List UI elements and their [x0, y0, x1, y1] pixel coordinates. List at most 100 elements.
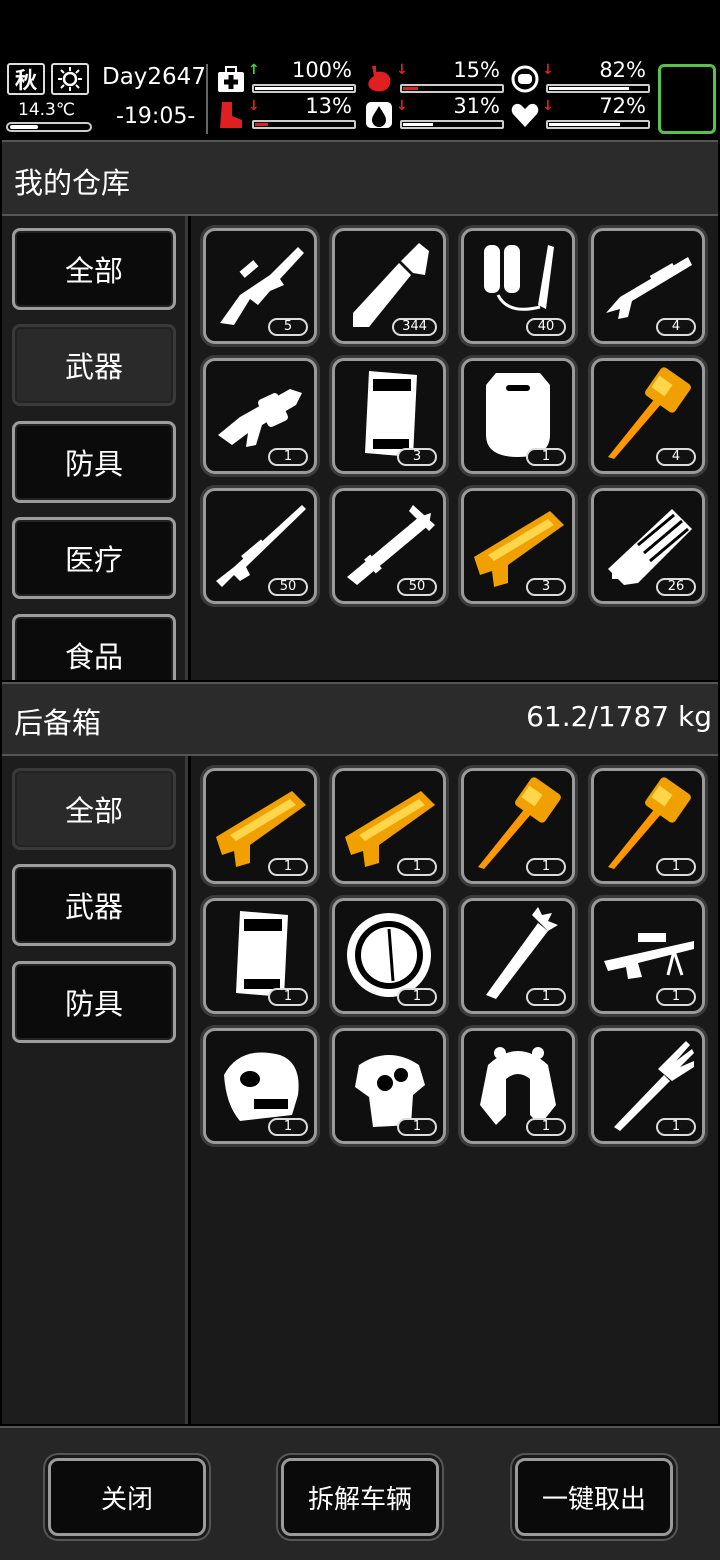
item-count-badge: 1: [526, 448, 566, 466]
trend-up-icon: ↑: [248, 62, 260, 78]
brain-icon: [510, 64, 540, 94]
trunk-item-slot[interactable]: 1: [203, 898, 317, 1014]
item-count-badge: 1: [268, 448, 308, 466]
temperature: 14.3℃: [6, 100, 92, 132]
trunk-item-slot[interactable]: 1: [591, 1028, 705, 1144]
water-drop-icon: [364, 100, 394, 130]
warehouse-item-slot[interactable]: 1: [203, 358, 317, 474]
warehouse-item-slot[interactable]: 4: [591, 358, 705, 474]
warehouse-item-slot[interactable]: 50: [332, 488, 446, 604]
temperature-value: 14.3℃: [18, 100, 75, 120]
trend-down-icon: ↓: [248, 98, 260, 114]
warehouse-item-grid: 5 344 40 4 1 3 1 4 50 50 3 26: [191, 216, 718, 680]
category-weapons[interactable]: 武器: [12, 324, 176, 406]
item-count-badge: 1: [526, 1118, 566, 1136]
stomach-icon: [364, 64, 394, 94]
stat-health-value: 100%: [291, 58, 352, 82]
stat-stamina-bar: [252, 120, 356, 129]
stat-mood: ↓ 82%: [504, 58, 652, 96]
warehouse-item-slot[interactable]: 3: [332, 358, 446, 474]
boot-icon: [216, 100, 246, 130]
trunk-item-slot[interactable]: 1: [203, 768, 317, 884]
trunk-title: 后备箱: [14, 706, 102, 740]
trunk-item-slot[interactable]: 1: [461, 898, 575, 1014]
stat-stamina: ↓ 13%: [210, 94, 358, 132]
stat-thirst: ↓ 31%: [358, 94, 506, 132]
item-count-badge: 50: [268, 578, 308, 596]
trend-down-icon: ↓: [396, 98, 408, 114]
warehouse-item-slot[interactable]: 40: [461, 228, 575, 344]
stat-spirit-value: 72%: [599, 94, 646, 118]
footer-bar: 关闭 拆解车辆 一键取出: [0, 1426, 720, 1560]
game-clock: -19:05-: [116, 104, 196, 129]
warehouse-header: 我的仓库: [2, 140, 718, 216]
item-count-badge: 1: [397, 1118, 437, 1136]
stat-thirst-value: 31%: [453, 94, 500, 118]
trunk-weight: 61.2/1787 kg: [526, 700, 712, 733]
item-count-badge: 5: [268, 318, 308, 336]
divider: [206, 64, 208, 134]
trunk-item-slot[interactable]: 1: [461, 1028, 575, 1144]
dismantle-vehicle-button[interactable]: 拆解车辆: [281, 1458, 439, 1536]
item-count-badge: 1: [268, 1118, 308, 1136]
item-count-badge: 1: [397, 988, 437, 1006]
category-medical[interactable]: 医疗: [12, 517, 176, 599]
category-all[interactable]: 全部: [12, 228, 176, 310]
trunk-category-weapons[interactable]: 武器: [12, 864, 176, 946]
trunk-item-slot[interactable]: 1: [203, 1028, 317, 1144]
trunk-item-slot[interactable]: 1: [332, 898, 446, 1014]
trunk-item-slot[interactable]: 1: [591, 898, 705, 1014]
equipment-slot[interactable]: [658, 64, 716, 134]
warehouse-item-slot[interactable]: 5: [203, 228, 317, 344]
stat-hunger: ↓ 15%: [358, 58, 506, 96]
trunk-item-slot[interactable]: 1: [332, 1028, 446, 1144]
trunk-item-slot[interactable]: 1: [591, 768, 705, 884]
trend-down-icon: ↓: [396, 62, 408, 78]
trunk-item-slot[interactable]: 1: [461, 768, 575, 884]
item-count-badge: 1: [526, 988, 566, 1006]
trunk-category-all[interactable]: 全部: [12, 768, 176, 850]
stat-spirit-bar: [546, 120, 650, 129]
item-count-badge: 1: [268, 988, 308, 1006]
category-armor[interactable]: 防具: [12, 421, 176, 503]
stat-health-bar: [252, 84, 356, 93]
item-count-badge: 1: [397, 858, 437, 876]
stat-mood-value: 82%: [599, 58, 646, 82]
heart-icon: [510, 100, 540, 130]
temperature-bar: [6, 122, 92, 132]
status-bar: 秋 14.3℃ Day2647 -19:05- ↑ 100% ↓ 15% ↓ 8…: [0, 58, 720, 138]
trunk-header: 后备箱 61.2/1787 kg: [2, 682, 718, 756]
item-count-badge: 50: [397, 578, 437, 596]
stat-hunger-bar: [400, 84, 504, 93]
season-indicator: 秋: [7, 63, 45, 95]
warehouse-item-slot[interactable]: 4: [591, 228, 705, 344]
category-food[interactable]: 食品: [12, 614, 176, 680]
item-count-badge: 4: [656, 318, 696, 336]
warehouse-item-slot[interactable]: 26: [591, 488, 705, 604]
warehouse-item-slot[interactable]: 1: [461, 358, 575, 474]
close-button[interactable]: 关闭: [48, 1458, 206, 1536]
trunk-category-list[interactable]: 全部 武器 防具: [2, 756, 188, 1424]
stat-stamina-value: 13%: [305, 94, 352, 118]
warehouse-item-slot[interactable]: 3: [461, 488, 575, 604]
warehouse-category-list[interactable]: 全部 武器 防具 医疗 食品: [2, 216, 188, 680]
take-all-button[interactable]: 一键取出: [515, 1458, 673, 1536]
stat-hunger-value: 15%: [453, 58, 500, 82]
stat-mood-bar: [546, 84, 650, 93]
item-count-badge: 1: [656, 988, 696, 1006]
item-count-badge: 40: [526, 318, 566, 336]
warehouse-title: 我的仓库: [14, 166, 131, 200]
item-count-badge: 3: [397, 448, 437, 466]
trend-down-icon: ↓: [542, 62, 554, 78]
stat-thirst-bar: [400, 120, 504, 129]
warehouse-item-slot[interactable]: 50: [203, 488, 317, 604]
item-count-badge: 1: [526, 858, 566, 876]
trunk-item-slot[interactable]: 1: [332, 768, 446, 884]
item-count-badge: 1: [656, 1118, 696, 1136]
stat-spirit: ↓ 72%: [504, 94, 652, 132]
item-count-badge: 3: [526, 578, 566, 596]
sun-icon: [51, 63, 89, 95]
warehouse-item-slot[interactable]: 344: [332, 228, 446, 344]
item-count-badge: 1: [268, 858, 308, 876]
trunk-category-armor[interactable]: 防具: [12, 961, 176, 1043]
